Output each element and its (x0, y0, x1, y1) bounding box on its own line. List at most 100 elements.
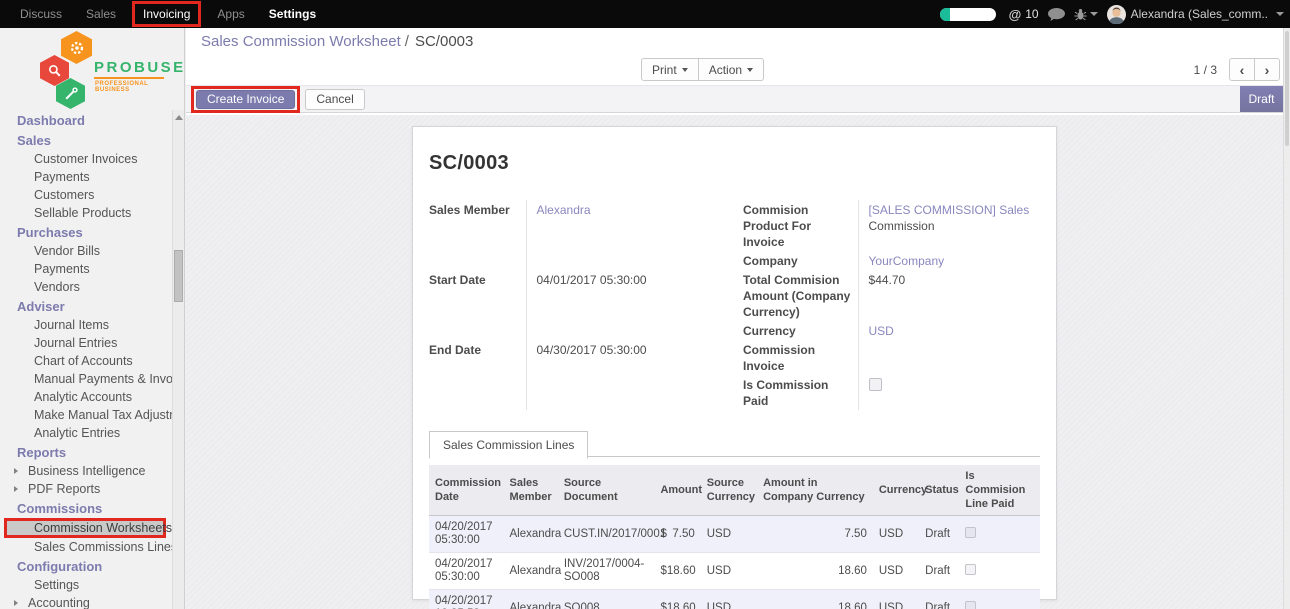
col-amount[interactable]: Amount (654, 465, 700, 516)
breadcrumb: Sales Commission Worksheet / SC/0003 (186, 28, 1290, 55)
sidebar-item-journal-entries[interactable]: Journal Entries (0, 334, 172, 352)
col-currency[interactable]: Currency (873, 465, 919, 516)
menu-invoicing[interactable]: Invoicing (132, 1, 201, 27)
menu-apps[interactable]: Apps (205, 7, 256, 21)
menu-sales[interactable]: Sales (74, 7, 128, 21)
sidebar-nav: Dashboard Sales Customer Invoices Paymen… (0, 110, 172, 609)
sidebar-item-business-intelligence[interactable]: Business Intelligence (0, 462, 172, 480)
sidebar-section-purchases[interactable]: Purchases (0, 222, 172, 242)
table-row[interactable]: 04/20/2017 05:30:00 Alexandra CUST.IN/20… (429, 516, 1040, 553)
is-commission-paid-checkbox[interactable] (869, 378, 882, 391)
create-invoice-button[interactable]: Create Invoice (196, 90, 295, 109)
cell-member: Alexandra (503, 590, 557, 609)
at-mention-icon[interactable]: @ (1009, 7, 1022, 22)
col-sales-member[interactable]: Sales Member (503, 465, 557, 516)
sidebar-item-label: Accounting (28, 596, 90, 609)
tab-sales-commission-lines[interactable]: Sales Commission Lines (429, 431, 588, 459)
field-value-commission-invoice (858, 340, 1040, 375)
sidebar-item-sellable-products[interactable]: Sellable Products (0, 204, 172, 222)
col-is-commission-line-paid[interactable]: Is Commision Line Paid (959, 465, 1040, 516)
field-value-sales-member[interactable]: Alexandra (537, 203, 591, 217)
sidebar-section-configuration[interactable]: Configuration (0, 556, 172, 576)
field-value-commission-product-link[interactable]: [SALES COMMISSION] Sales (869, 203, 1030, 217)
debug-menu[interactable] (1074, 8, 1098, 21)
sidebar-scrollbar[interactable] (172, 110, 184, 609)
sidebar-section-reports[interactable]: Reports (0, 442, 172, 462)
sidebar-item-dashboard[interactable]: Dashboard (0, 110, 172, 130)
bug-icon (1074, 8, 1087, 21)
field-label-is-commission-paid: Is Commission Paid (743, 375, 858, 410)
action-button[interactable]: Action (698, 58, 764, 81)
sidebar-item-sales-commissions-lines[interactable]: Sales Commissions Lines (0, 538, 172, 556)
currency-symbol: $ (660, 528, 666, 541)
sidebar-section-sales[interactable]: Sales (0, 130, 172, 150)
app-logo[interactable]: PROBUSE PROFESSIONAL BUSINESS (0, 28, 184, 110)
form-sheet: SC/0003 Sales Member Alexandra Start Dat… (412, 126, 1057, 600)
sidebar-item-tax-adjustments[interactable]: Make Manual Tax Adjustme... (0, 406, 172, 424)
sidebar-item-accounting[interactable]: Accounting (0, 594, 172, 609)
sidebar-item-payments-purchases[interactable]: Payments (0, 260, 172, 278)
sidebar-item-journal-items[interactable]: Journal Items (0, 316, 172, 334)
sidebar-section-adviser[interactable]: Adviser (0, 296, 172, 316)
page-scrollbar-thumb[interactable] (1285, 31, 1289, 146)
sidebar-item-manual-payments[interactable]: Manual Payments & Invoice... (0, 370, 172, 388)
cell-source: SO008 (558, 590, 655, 609)
breadcrumb-separator: / (405, 33, 409, 50)
chat-bubble-icon[interactable] (1048, 8, 1065, 21)
col-status[interactable]: Status (919, 465, 959, 516)
sidebar-item-label: PDF Reports (28, 482, 100, 496)
sidebar-item-customers[interactable]: Customers (0, 186, 172, 204)
print-label: Print (652, 63, 677, 77)
cell-currency: USD (873, 516, 919, 553)
field-value-currency[interactable]: USD (869, 324, 894, 338)
sidebar-item-commission-worksheets[interactable]: Commission Worksheets (4, 518, 166, 538)
field-value-company[interactable]: YourCompany (869, 254, 945, 268)
cell-source: INV/2017/0004-SO008 (558, 553, 655, 590)
line-paid-checkbox[interactable] (965, 564, 976, 575)
record-title: SC/0003 (429, 152, 1040, 175)
page-scrollbar[interactable] (1283, 28, 1290, 609)
sidebar-section-commissions[interactable]: Commissions (0, 498, 172, 518)
sidebar-item-pdf-reports[interactable]: PDF Reports (0, 480, 172, 498)
line-paid-checkbox[interactable] (965, 601, 976, 609)
col-amount-company-currency[interactable]: Amount in Company Currency (757, 465, 873, 516)
field-label-end-date: End Date (429, 340, 526, 410)
table-row[interactable]: 04/20/2017 05:30:00 Alexandra INV/2017/0… (429, 553, 1040, 590)
sidebar-scrollbar-thumb[interactable] (174, 250, 183, 302)
line-paid-checkbox[interactable] (965, 527, 976, 538)
menu-settings[interactable]: Settings (257, 7, 328, 21)
sidebar-item-vendor-bills[interactable]: Vendor Bills (0, 242, 172, 260)
field-value-start-date: 04/01/2017 05:30:00 (526, 270, 713, 340)
sidebar-item-payments-sales[interactable]: Payments (0, 168, 172, 186)
field-groups: Sales Member Alexandra Start Date 04/01/… (429, 200, 1040, 410)
scroll-up-arrow-icon[interactable] (175, 115, 183, 120)
print-button[interactable]: Print (641, 58, 699, 81)
sidebar-item-settings[interactable]: Settings (0, 576, 172, 594)
col-source-document[interactable]: Source Document (558, 465, 655, 516)
sidebar-item-customer-invoices[interactable]: Customer Invoices (0, 150, 172, 168)
table-row[interactable]: 04/20/2017 10:35:53 Alexandra SO008 $18.… (429, 590, 1040, 609)
pager: 1 / 3 ‹ › (1194, 58, 1280, 81)
field-group-left: Sales Member Alexandra Start Date 04/01/… (429, 200, 713, 410)
cell-member: Alexandra (503, 516, 557, 553)
cancel-button[interactable]: Cancel (305, 89, 364, 110)
col-source-currency[interactable]: Source Currency (701, 465, 757, 516)
sidebar-item-chart-of-accounts[interactable]: Chart of Accounts (0, 352, 172, 370)
sidebar-item-vendors[interactable]: Vendors (0, 278, 172, 296)
col-commission-date[interactable]: Commission Date (429, 465, 503, 516)
sidebar-item-analytic-entries[interactable]: Analytic Entries (0, 424, 172, 442)
breadcrumb-parent-link[interactable]: Sales Commission Worksheet (201, 33, 401, 50)
brand-rule (94, 77, 164, 79)
menu-discuss[interactable]: Discuss (8, 7, 74, 21)
cell-currency: USD (873, 553, 919, 590)
pager-previous-button[interactable]: ‹ (1229, 58, 1255, 81)
status-badge-draft[interactable]: Draft (1240, 86, 1283, 112)
activity-count[interactable]: 10 (1025, 7, 1038, 21)
field-value-commission-product-text: Commission (869, 219, 935, 233)
pager-next-button[interactable]: › (1254, 58, 1280, 81)
user-menu[interactable]: Alexandra (Sales_comm.. (1107, 5, 1284, 24)
expand-arrow-icon (14, 600, 18, 606)
cell-amount: 18.60 (667, 602, 696, 609)
field-label-commission-invoice: Commission Invoice (743, 340, 858, 375)
sidebar-item-analytic-accounts[interactable]: Analytic Accounts (0, 388, 172, 406)
